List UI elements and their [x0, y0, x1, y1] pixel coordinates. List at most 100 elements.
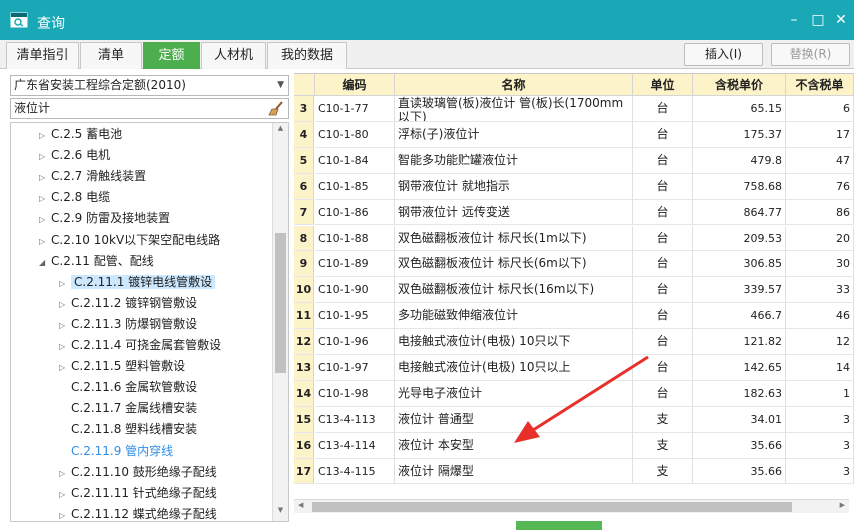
- cell-code: C10-1-84: [315, 147, 395, 174]
- triangle-right-icon[interactable]: ▷: [59, 484, 71, 505]
- tab-bill[interactable]: 清单: [80, 42, 142, 69]
- minimize-button[interactable]: –: [785, 10, 803, 30]
- row-number: 3: [294, 96, 314, 122]
- replace-button[interactable]: 替换(R): [771, 43, 850, 66]
- tree-node[interactable]: ▷ C.2.11.10 鼓形绝缘子配线: [59, 462, 217, 483]
- scroll-left-icon[interactable]: ◀: [298, 501, 303, 509]
- triangle-right-icon[interactable]: ▷: [39, 146, 51, 167]
- row-number: 8: [294, 225, 314, 252]
- column-header-name[interactable]: 名称: [395, 74, 633, 96]
- triangle-right-icon[interactable]: ▷: [59, 463, 71, 484]
- cell-unit: 支: [633, 458, 693, 485]
- tree-node-label: C.2.11.6 金属软管敷设: [71, 380, 198, 395]
- cell-name: 多功能磁致伸缩液位计: [395, 303, 633, 330]
- tab-my-data[interactable]: 我的数据: [267, 42, 347, 69]
- tree-node[interactable]: C.2.11.6 金属软管敷设: [59, 377, 197, 398]
- close-button[interactable]: ✕: [832, 10, 850, 30]
- triangle-right-icon[interactable]: ▷: [39, 209, 51, 230]
- tree-node[interactable]: ▷ C.2.6 电机: [39, 145, 110, 166]
- tree-node[interactable]: ▷ C.2.11.1 镀锌电线管敷设: [59, 272, 216, 294]
- cell-price-ex: 20: [786, 225, 854, 252]
- tree-scrollbar[interactable]: ▲ ▼: [272, 123, 288, 521]
- broom-icon[interactable]: [268, 101, 284, 116]
- cell-price: 35.66: [693, 458, 786, 485]
- cell-name: 浮标(子)液位计: [395, 121, 633, 148]
- triangle-right-icon[interactable]: ▷: [39, 125, 51, 146]
- triangle-right-icon[interactable]: ▷: [39, 167, 51, 188]
- triangle-right-icon[interactable]: ▷: [59, 315, 71, 336]
- window-title: 查询: [37, 16, 65, 32]
- tree-node-label: C.2.11 配管、配线: [51, 253, 154, 268]
- cell-price: 339.57: [693, 277, 786, 304]
- triangle-right-icon[interactable]: ▷: [59, 273, 71, 294]
- tree-node[interactable]: ▷ C.2.11.11 针式绝缘子配线: [59, 483, 217, 504]
- search-input[interactable]: 液位计: [10, 98, 289, 119]
- tree-node[interactable]: ▷ C.2.11.4 可挠金属套管敷设: [59, 335, 221, 356]
- triangle-right-icon[interactable]: ▷: [59, 294, 71, 315]
- tab-labor-material[interactable]: 人材机: [201, 42, 266, 69]
- row-number: 14: [294, 380, 314, 407]
- row-number: 10: [294, 277, 314, 304]
- scrollbar-thumb[interactable]: [275, 233, 286, 373]
- row-number: 16: [294, 432, 314, 459]
- tree-node[interactable]: ▷ C.2.11.3 防爆钢管敷设: [59, 314, 197, 335]
- cell-price-ex: 6: [786, 96, 854, 122]
- tree-node[interactable]: C.2.11.9 管内穿线: [59, 441, 173, 462]
- scrollbar-thumb[interactable]: [312, 502, 792, 512]
- cell-code: C10-1-95: [315, 303, 395, 330]
- insert-button[interactable]: 插入(I): [684, 43, 763, 66]
- triangle-right-icon[interactable]: ▷: [39, 188, 51, 209]
- tab-bill-guide[interactable]: 清单指引: [6, 42, 79, 69]
- tree-node[interactable]: C.2.11.7 金属线槽安装: [59, 398, 197, 419]
- tree-node-label: C.2.8 电缆: [51, 190, 111, 205]
- library-select[interactable]: 广东省安装工程综合定额(2010) ▼: [10, 75, 289, 96]
- column-header-unit[interactable]: 单位: [633, 74, 693, 96]
- cell-unit: 台: [633, 329, 693, 355]
- tree-node[interactable]: ▷ C.2.8 电缆: [39, 187, 110, 208]
- row-number-header: [294, 74, 315, 96]
- search-input-value: 液位计: [14, 101, 51, 115]
- tree-node[interactable]: ◢ C.2.11 配管、配线: [39, 251, 154, 272]
- cell-price-ex: 3: [786, 458, 854, 485]
- tree-node[interactable]: ▷ C.2.5 蓄电池: [39, 124, 122, 145]
- column-header-price-ex[interactable]: 不含税单: [786, 74, 854, 96]
- triangle-down-icon[interactable]: ◢: [39, 252, 51, 273]
- tree-node-label: C.2.6 电机: [51, 148, 111, 163]
- cell-price-ex: 3: [786, 406, 854, 433]
- cell-code: C13-4-114: [315, 432, 395, 459]
- tree-node[interactable]: ▷ C.2.11.5 塑料管敷设: [59, 356, 185, 377]
- cell-price: 121.82: [693, 329, 786, 355]
- panel-toggle-handle[interactable]: [516, 521, 602, 530]
- cell-code: C13-4-115: [315, 458, 395, 485]
- tree-node[interactable]: ▷ C.2.7 滑触线装置: [39, 166, 146, 187]
- tree-node[interactable]: ▷ C.2.11.12 蝶式绝缘子配线: [59, 504, 217, 521]
- tree-node-label: C.2.11.8 塑料线槽安装: [71, 422, 198, 437]
- tab-quota[interactable]: 定额: [143, 42, 200, 69]
- triangle-right-icon[interactable]: ▷: [59, 505, 71, 521]
- scroll-down-icon[interactable]: ▼: [273, 506, 288, 520]
- cell-unit: 台: [633, 380, 693, 407]
- cell-unit: 台: [633, 225, 693, 252]
- maximize-button[interactable]: □: [809, 10, 827, 30]
- tab-bar: 清单指引 清单 定额 人材机 我的数据 插入(I) 替换(R): [0, 40, 854, 69]
- table-horizontal-scrollbar[interactable]: ◀ ▶: [294, 499, 849, 513]
- cell-price: 34.01: [693, 406, 786, 433]
- triangle-right-icon[interactable]: ▷: [59, 336, 71, 357]
- quota-tree: ▷ C.2.5 蓄电池 ▷ C.2.6 电机 ▷ C.2.7 滑触线装置 ▷ C.2.8 电缆…: [10, 122, 289, 522]
- cell-code: C10-1-80: [315, 121, 395, 148]
- triangle-right-icon[interactable]: ▷: [59, 357, 71, 378]
- tree-node[interactable]: C.2.11.8 塑料线槽安装: [59, 419, 197, 440]
- library-select-value: 广东省安装工程综合定额(2010): [14, 78, 186, 92]
- triangle-right-icon[interactable]: ▷: [39, 231, 51, 252]
- tree-node[interactable]: ▷ C.2.10 10kV以下架空配电线路: [39, 230, 220, 251]
- scroll-right-icon[interactable]: ▶: [840, 501, 845, 509]
- cell-unit: 支: [633, 432, 693, 459]
- cell-unit: 台: [633, 173, 693, 200]
- tree-node[interactable]: ▷ C.2.9 防雷及接地装置: [39, 208, 170, 229]
- column-header-code[interactable]: 编码: [315, 74, 395, 96]
- tree-node[interactable]: ▷ C.2.11.2 镀锌钢管敷设: [59, 293, 197, 314]
- column-header-price[interactable]: 含税单价: [693, 74, 786, 96]
- scroll-up-icon[interactable]: ▲: [273, 124, 288, 138]
- cell-price: 479.8: [693, 147, 786, 174]
- tree-node-label: C.2.10 10kV以下架空配电线路: [51, 232, 221, 247]
